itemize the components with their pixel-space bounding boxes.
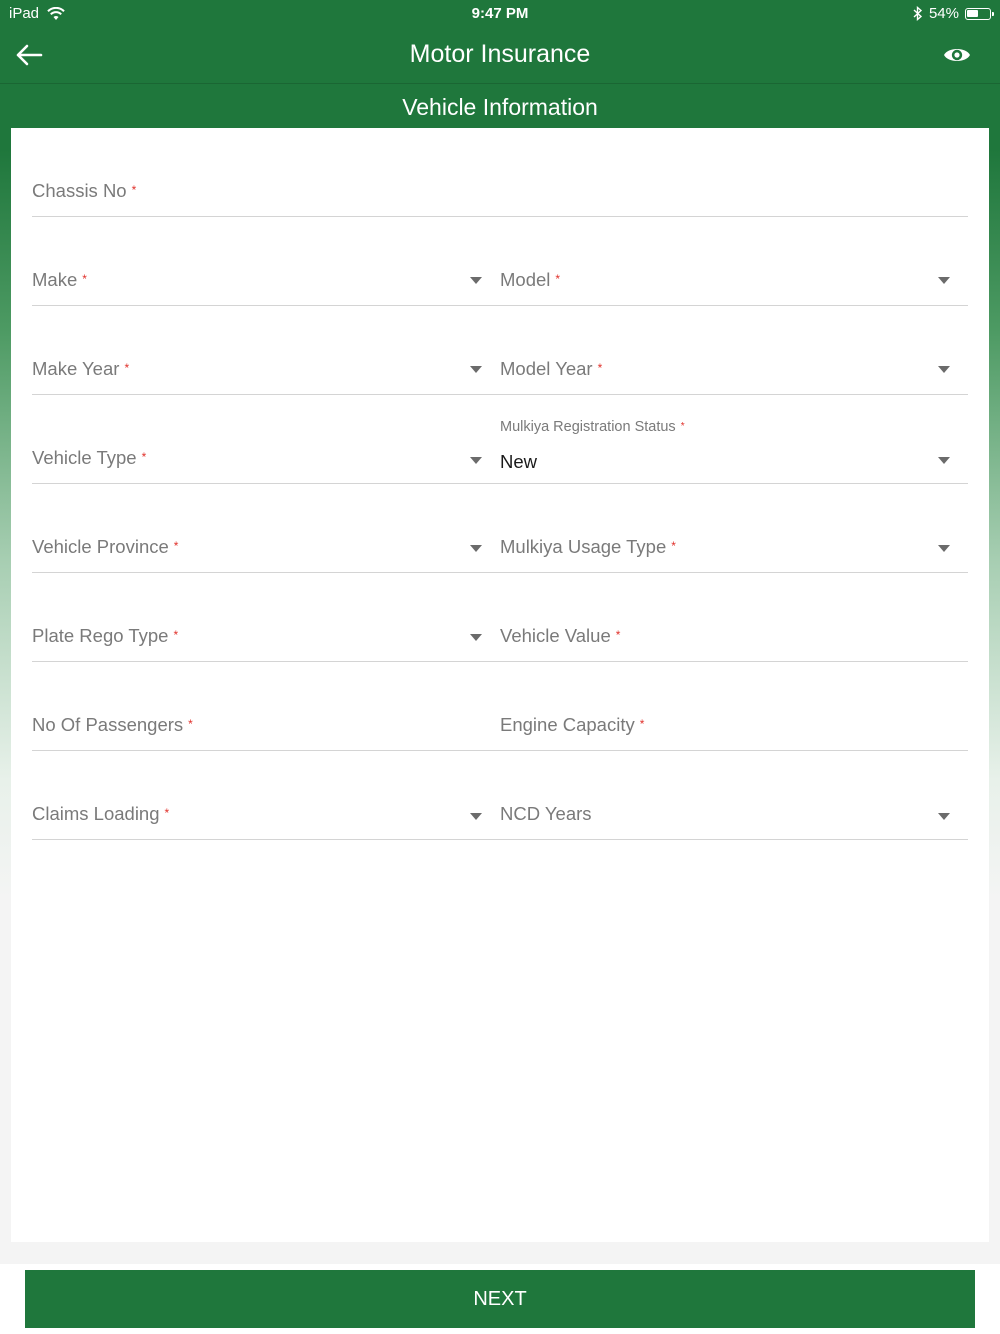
bluetooth-icon: [913, 6, 923, 21]
next-button[interactable]: NEXT: [25, 1270, 975, 1328]
vehicle-value-field[interactable]: Vehicle Value *: [500, 573, 968, 662]
make-select[interactable]: Make *: [32, 217, 500, 306]
chevron-down-icon: [470, 457, 482, 464]
view-button[interactable]: [942, 42, 972, 68]
page-title: Motor Insurance: [409, 40, 591, 68]
model-label: Model *: [500, 269, 561, 290]
make-year-label: Make Year *: [32, 358, 130, 379]
required-mark: *: [188, 717, 193, 731]
chevron-down-icon: [470, 813, 482, 820]
chevron-down-icon: [938, 457, 950, 464]
required-mark: *: [141, 450, 147, 464]
claims-loading-select[interactable]: Claims Loading *: [32, 751, 500, 840]
required-mark: *: [555, 272, 561, 286]
required-mark: *: [671, 539, 676, 553]
status-bar: iPad 9:47 PM 54%: [0, 0, 1000, 28]
ncd-years-select[interactable]: NCD Years: [500, 751, 968, 840]
status-right: 54%: [913, 5, 994, 22]
required-mark: *: [82, 272, 87, 286]
battery-level: [967, 9, 978, 17]
chevron-down-icon: [470, 545, 482, 552]
section-title: Vehicle Information: [402, 94, 598, 120]
plate-rego-type-select[interactable]: Plate Rego Type *: [32, 573, 500, 662]
required-mark: *: [597, 361, 603, 375]
nav-bar: Motor Insurance: [0, 28, 1000, 84]
make-year-select[interactable]: Make Year *: [32, 306, 500, 395]
eye-icon: [944, 49, 970, 61]
claims-loading-label: Claims Loading *: [32, 803, 170, 824]
engine-capacity-label: Engine Capacity *: [500, 714, 645, 735]
plate-rego-type-label: Plate Rego Type *: [32, 625, 179, 646]
model-year-select[interactable]: Model Year *: [500, 306, 968, 395]
mulkiya-registration-status-label: Mulkiya Registration Status *: [500, 419, 685, 435]
make-label: Make *: [32, 269, 87, 290]
mulkiya-usage-type-select[interactable]: Mulkiya Usage Type *: [500, 484, 968, 573]
battery-percent: 54%: [928, 5, 959, 22]
vehicle-value-label: Vehicle Value *: [500, 625, 621, 646]
ncd-years-label: NCD Years: [500, 803, 592, 824]
model-year-label: Model Year *: [500, 358, 603, 379]
required-mark: *: [131, 183, 137, 197]
mulkiya-usage-type-label: Mulkiya Usage Type *: [500, 536, 676, 557]
battery-icon: [965, 7, 994, 20]
chassis-no-field[interactable]: Chassis No *: [32, 128, 968, 217]
no-of-passengers-label: No Of Passengers *: [32, 714, 193, 735]
status-time: 9:47 PM: [471, 5, 529, 22]
chassis-no-label: Chassis No *: [32, 180, 137, 201]
vehicle-info-form: Chassis No * Make * Model * Make Year * Mode…: [11, 128, 989, 1242]
chevron-down-icon: [938, 366, 950, 373]
chevron-down-icon: [938, 277, 950, 284]
no-of-passengers-field[interactable]: No Of Passengers *: [32, 662, 500, 751]
required-mark: *: [680, 421, 685, 432]
vehicle-type-select[interactable]: Vehicle Type *: [32, 395, 500, 484]
chevron-down-icon: [938, 813, 950, 820]
required-mark: *: [124, 361, 130, 375]
vehicle-province-label: Vehicle Province *: [32, 536, 179, 557]
required-mark: *: [164, 806, 170, 820]
vehicle-type-label: Vehicle Type *: [32, 447, 147, 468]
required-mark: *: [615, 628, 621, 642]
engine-capacity-field[interactable]: Engine Capacity *: [500, 662, 968, 751]
mulkiya-registration-status-select[interactable]: Mulkiya Registration Status * New: [500, 395, 968, 484]
chevron-down-icon: [470, 634, 482, 641]
vehicle-province-select[interactable]: Vehicle Province *: [32, 484, 500, 573]
chevron-down-icon: [938, 545, 950, 552]
required-mark: *: [639, 717, 645, 731]
mulkiya-registration-status-value: New: [500, 451, 538, 472]
chevron-down-icon: [470, 366, 482, 373]
chevron-down-icon: [470, 277, 482, 284]
model-select[interactable]: Model *: [500, 217, 968, 306]
required-mark: *: [173, 628, 179, 642]
required-mark: *: [173, 539, 179, 553]
